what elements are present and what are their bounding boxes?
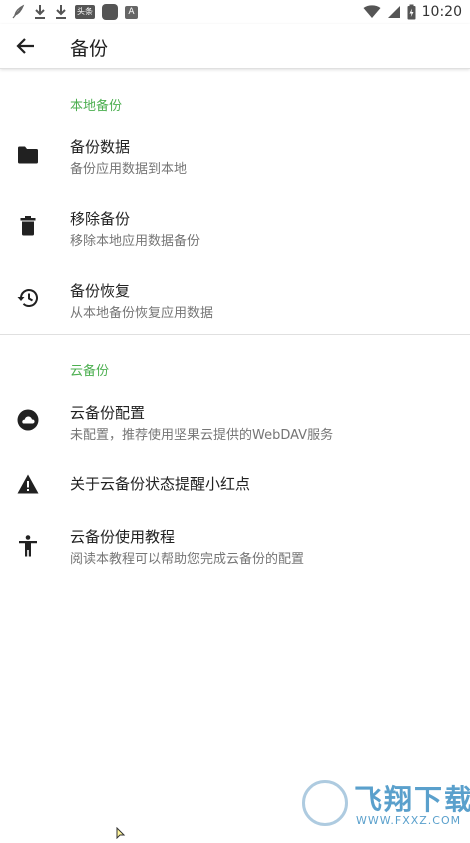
mouse-cursor-icon	[116, 824, 126, 843]
cloud-tutorial-title: 云备份使用教程	[70, 528, 176, 546]
cloud-reminder-title: 关于云备份状态提醒小红点	[70, 475, 251, 493]
remove-backup-subtitle: 移除本地应用数据备份	[70, 234, 201, 249]
folder-icon	[16, 143, 40, 167]
watermark-logo: 飞翔下载 WWW.FXXZ.COM	[302, 776, 470, 832]
watermark-circle-icon	[302, 780, 348, 826]
restore-history-icon	[16, 286, 40, 310]
cloud-tutorial-item[interactable]: 云备份使用教程 阅读本教程可以帮助您完成云备份的配置	[0, 518, 470, 576]
cloud-tutorial-subtitle: 阅读本教程可以帮助您完成云备份的配置	[70, 552, 305, 567]
page-title: 备份	[70, 38, 109, 60]
cloud-config-subtitle: 未配置，推荐使用坚果云提供的WebDAV服务	[70, 428, 334, 443]
section-header-local: 本地备份	[70, 99, 123, 114]
arrow-back-icon	[16, 38, 34, 54]
restore-backup-item[interactable]: 备份恢复 从本地备份恢复应用数据	[0, 272, 470, 330]
back-button[interactable]	[12, 32, 40, 60]
restore-backup-subtitle: 从本地备份恢复应用数据	[70, 306, 214, 321]
status-system: 10:20	[363, 3, 462, 21]
watermark-text: 飞翔下载	[354, 783, 470, 816]
cloud-config-title: 云备份配置	[70, 404, 146, 422]
section-header-cloud: 云备份	[70, 364, 110, 379]
feather-icon	[12, 4, 25, 19]
backup-data-title: 备份数据	[70, 138, 131, 156]
remove-backup-item[interactable]: 移除备份 移除本地应用数据备份	[0, 200, 470, 258]
text-a-icon: A	[125, 5, 138, 19]
remove-backup-title: 移除备份	[70, 210, 131, 228]
battery-icon	[407, 4, 416, 20]
status-time: 10:20	[421, 4, 462, 20]
status-bar: 头条 A 10:20	[0, 0, 470, 24]
section-divider	[0, 334, 470, 335]
cloud-icon	[16, 408, 40, 432]
trash-icon	[16, 214, 40, 238]
restore-backup-title: 备份恢复	[70, 282, 131, 300]
download-icon	[56, 5, 66, 19]
app-square-icon	[102, 4, 118, 20]
backup-data-item[interactable]: 备份数据 备份应用数据到本地	[0, 128, 470, 186]
cloud-reminder-item[interactable]: 关于云备份状态提醒小红点	[0, 466, 470, 502]
download-icon	[35, 5, 45, 19]
wifi-icon	[363, 5, 381, 18]
cloud-config-item[interactable]: 云备份配置 未配置，推荐使用坚果云提供的WebDAV服务	[0, 394, 470, 452]
app-toolbar: 备份	[0, 24, 470, 69]
status-notifications: 头条 A	[10, 3, 138, 21]
warning-icon	[16, 472, 40, 496]
backup-data-subtitle: 备份应用数据到本地	[70, 162, 188, 177]
signal-icon	[387, 6, 400, 18]
accessibility-icon	[16, 534, 40, 558]
watermark-url: WWW.FXXZ.COM	[356, 814, 462, 827]
news-app-icon: 头条	[75, 5, 95, 19]
